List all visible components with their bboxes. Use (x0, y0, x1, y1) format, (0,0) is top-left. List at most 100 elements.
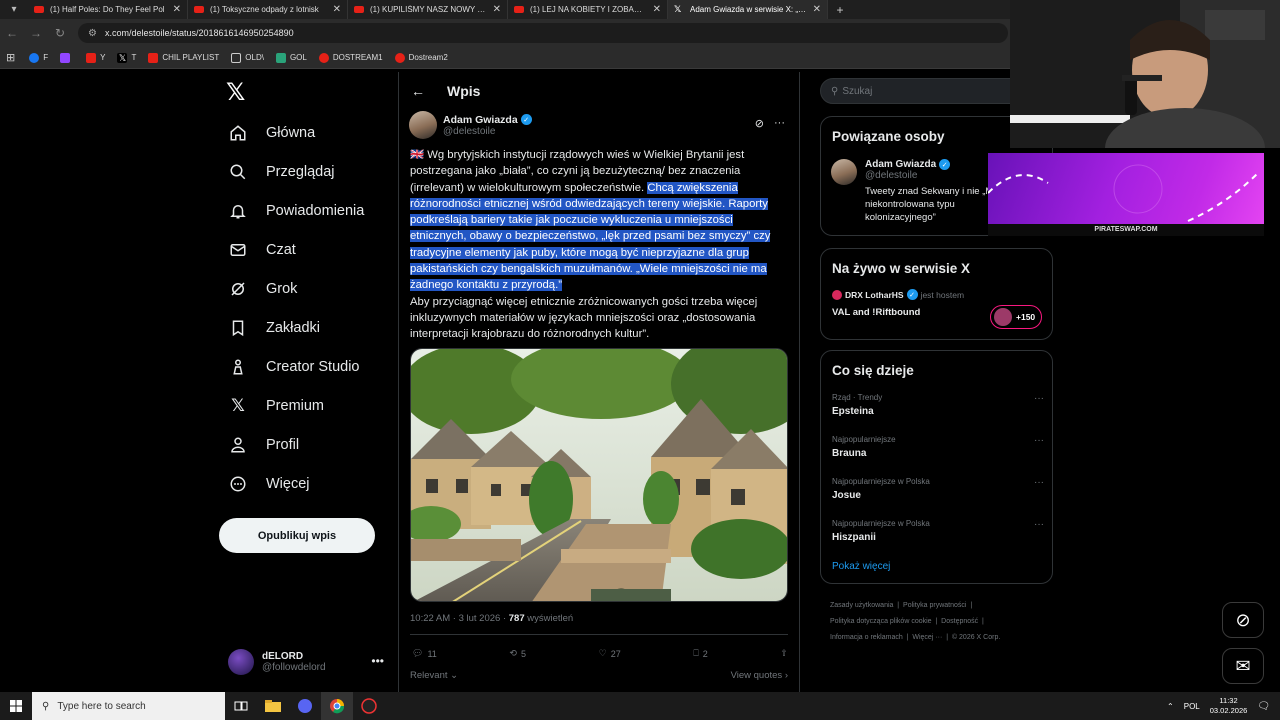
share-button[interactable]: ⇧ (780, 648, 788, 659)
file-explorer-icon[interactable] (257, 692, 289, 720)
bookmark-item[interactable]: CHIL PLAYLIST (148, 52, 219, 63)
more-dots-icon[interactable]: ··· (774, 117, 785, 130)
close-tab-icon[interactable]: ✕ (333, 4, 341, 15)
footer-link[interactable]: Informacja o reklamach (830, 634, 903, 641)
taskbar-search-input[interactable]: ⚲ Type here to search (32, 692, 225, 720)
footer-link[interactable]: Więcej ··· (912, 634, 942, 641)
apps-icon[interactable]: ⊞ (6, 51, 15, 64)
task-view-icon[interactable] (225, 692, 257, 720)
reload-icon[interactable]: ↻ (48, 26, 72, 40)
reply-button[interactable]: 💬︎ 11 (412, 648, 437, 659)
more-dots-icon[interactable]: ••• (371, 654, 384, 668)
clock[interactable]: 11:32 03.02.2026 (1210, 696, 1248, 716)
sort-dropdown[interactable]: Relevant ⌄ (410, 670, 458, 681)
live-host[interactable]: DRX LotharHS ✓ jest hostem (832, 289, 964, 300)
nav-item-explore[interactable]: Przeglądaj (226, 161, 335, 183)
browser-tab[interactable]: (1) LEJ NA KOBIETY I ZOBACZY ✕ (508, 0, 668, 19)
bookmark-item[interactable]: DOSTREAM1 (318, 52, 383, 63)
forward-icon[interactable]: → (24, 26, 48, 40)
post-author: Adam Gwiazda ✓ @delestoile ⊘ ··· (409, 110, 789, 140)
village-photo (411, 349, 787, 601)
nav-item-profile[interactable]: Profil (226, 434, 299, 456)
nav-item-home[interactable]: Główna (226, 122, 315, 144)
windows-start-icon[interactable] (0, 692, 32, 720)
language-indicator[interactable]: POL (1184, 702, 1200, 711)
site-info-icon[interactable]: ⚙ (88, 28, 97, 39)
more-dots-icon[interactable]: ··· (1034, 435, 1044, 446)
tray-chevron-icon[interactable]: ⌃ (1167, 702, 1174, 711)
browser-tab[interactable]: (1) Half Poles: Do They Feel Pol ✕ (28, 0, 188, 19)
back-icon[interactable]: ← (0, 26, 24, 40)
footer-link[interactable]: Polityka dotycząca plików cookie (830, 618, 932, 625)
nav-item-more[interactable]: Więcej (226, 473, 310, 495)
os-taskbar: ⚲ Type here to search ⌃ POL 11:32 03.02.… (0, 692, 1280, 720)
messages-float-button[interactable]: ✉ (1222, 648, 1264, 684)
bookmark-item[interactable]: Y (86, 52, 105, 63)
youtube-icon (514, 6, 524, 13)
more-dots-icon[interactable]: ··· (1034, 393, 1044, 404)
search-icon: ⚲ (42, 700, 50, 712)
trend-item[interactable]: Najpopularniejsze w Polska Hiszpanii ··· (832, 519, 1044, 543)
close-tab-icon[interactable]: ✕ (173, 4, 181, 15)
obs-icon[interactable] (353, 692, 385, 720)
live-title[interactable]: VAL and !Riftbound (832, 307, 920, 318)
trend-item[interactable]: Najpopularniejsze Brauna ··· (832, 435, 1044, 459)
live-listeners-badge[interactable]: +150 (990, 305, 1042, 329)
view-count: 787 (508, 613, 525, 624)
verified-badge-icon: ✓ (939, 159, 951, 170)
post-image[interactable] (410, 348, 788, 602)
divider (410, 634, 788, 635)
trend-item[interactable]: Rząd · Trendy Epsteina ··· (832, 393, 1044, 417)
back-arrow-icon[interactable]: ← (411, 83, 425, 99)
x-logo-icon[interactable]: 𝕏 (226, 78, 245, 107)
author-name-row[interactable]: Adam Gwiazda ✓ (443, 114, 532, 126)
bookmark-item[interactable] (60, 52, 74, 63)
browser-tab[interactable]: (1) KUPILIŚMY NASZ NOWY DO ✕ (348, 0, 508, 19)
nav-item-premium[interactable]: 𝕏 Premium (226, 395, 324, 417)
avatar (994, 308, 1012, 326)
view-quotes-link[interactable]: View quotes › (731, 670, 788, 681)
chrome-icon[interactable] (321, 692, 353, 720)
show-more-link[interactable]: Pokaż więcej (832, 561, 890, 572)
share-icon: ⇧ (780, 648, 788, 658)
close-tab-icon[interactable]: ✕ (493, 4, 501, 15)
footer-link[interactable]: Zasady użytkowania (830, 602, 893, 609)
post-button[interactable]: Opublikuj wpis (219, 518, 375, 553)
new-tab-button[interactable]: + (828, 3, 852, 17)
bookmark-item[interactable]: F (29, 52, 48, 63)
live-card: Na żywo w serwisie X DRX LotharHS ✓ jest… (820, 248, 1053, 340)
author-avatar[interactable] (409, 111, 437, 139)
grok-icon[interactable]: ⊘ (755, 117, 764, 130)
notifications-icon[interactable]: 🗨︎ (1257, 701, 1270, 712)
bookmark-folder[interactable]: OLD\ (231, 52, 264, 63)
nav-item-bookmarks[interactable]: Zakładki (226, 317, 320, 339)
url-input[interactable]: ⚙ x.com/delestoile/status/20186161469502… (78, 23, 1008, 43)
like-button[interactable]: ♡ 27 (599, 648, 621, 659)
grok-float-button[interactable]: ⊘ (1222, 602, 1264, 638)
more-dots-icon[interactable]: ··· (1034, 519, 1044, 530)
close-tab-icon[interactable]: ✕ (653, 4, 661, 15)
close-tab-icon[interactable]: ✕ (813, 4, 821, 15)
footer-links: Zasady użytkowania | Polityka prywatnośc… (830, 602, 1001, 641)
footer-link[interactable]: Polityka prywatności (903, 602, 966, 609)
bookmark-item[interactable]: GOL (275, 52, 307, 63)
trend-item[interactable]: Najpopularniejsze w Polska Josue ··· (832, 477, 1044, 501)
discord-icon[interactable] (289, 692, 321, 720)
bookmarks-bar: ⊞ F Y 𝕏T CHIL PLAYLIST OLD\ GOL DOSTREAM… (0, 47, 1010, 69)
bookmark-item[interactable]: Dostream2 (394, 52, 448, 63)
nav-item-chat[interactable]: Czat (226, 239, 296, 261)
browser-tab[interactable]: (1) Toksyczne odpady z lotnisk ✕ (188, 0, 348, 19)
nav-item-grok[interactable]: Grok (226, 278, 297, 300)
nav-item-notifications[interactable]: Powiadomienia (226, 200, 364, 222)
account-switcher[interactable]: dELORD @followdelord ••• (228, 646, 388, 678)
page-title: Wpis (447, 83, 481, 99)
more-dots-icon[interactable]: ··· (1034, 477, 1044, 488)
nav-item-creator-studio[interactable]: Creator Studio (226, 356, 360, 378)
post-text: 🇬🇧 Wg brytyjskich instytucji rządowych w… (410, 147, 792, 343)
repost-button[interactable]: ⟲ 5 (509, 648, 526, 659)
bookmark-button[interactable]: ⎕ 2 (693, 648, 707, 659)
tab-search-button[interactable]: ▾ (0, 0, 28, 19)
bookmark-item[interactable]: 𝕏T (117, 52, 136, 63)
footer-link[interactable]: Dostępność (941, 618, 978, 625)
browser-tab-active[interactable]: 𝕏 Adam Gwiazda w serwisie X: „Wg ✕ (668, 0, 828, 19)
